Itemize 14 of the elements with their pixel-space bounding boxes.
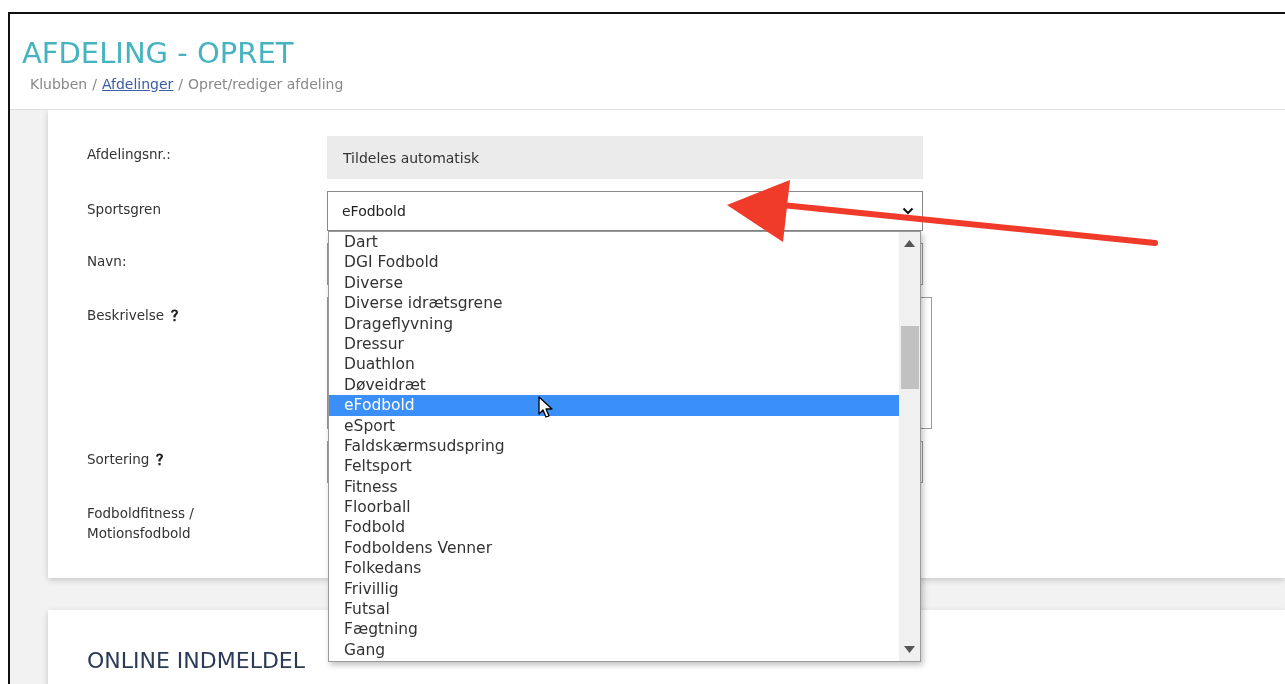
breadcrumb-separator: / — [178, 76, 184, 92]
field-label: Navn: — [87, 252, 127, 271]
section-title: ONLINE INDMELDEL — [87, 648, 305, 673]
readonly-field: Tildeles automatisk — [327, 136, 923, 179]
field-label: Beskrivelse — [87, 306, 165, 325]
field-label: Fodboldfitness / Motionsfodbold — [87, 504, 195, 543]
field-label: Afdelingsnr.: — [87, 145, 171, 164]
breadcrumb-text: Klubben — [30, 76, 88, 92]
field-label: Sortering — [87, 450, 150, 469]
select-value: eFodbold — [342, 203, 406, 219]
breadcrumb-text: Opret/rediger afdeling — [188, 76, 344, 92]
page-title: AFDELING - OPRET — [22, 36, 294, 70]
field-label: Sportsgren — [87, 200, 161, 219]
breadcrumb-separator: / — [92, 76, 97, 92]
